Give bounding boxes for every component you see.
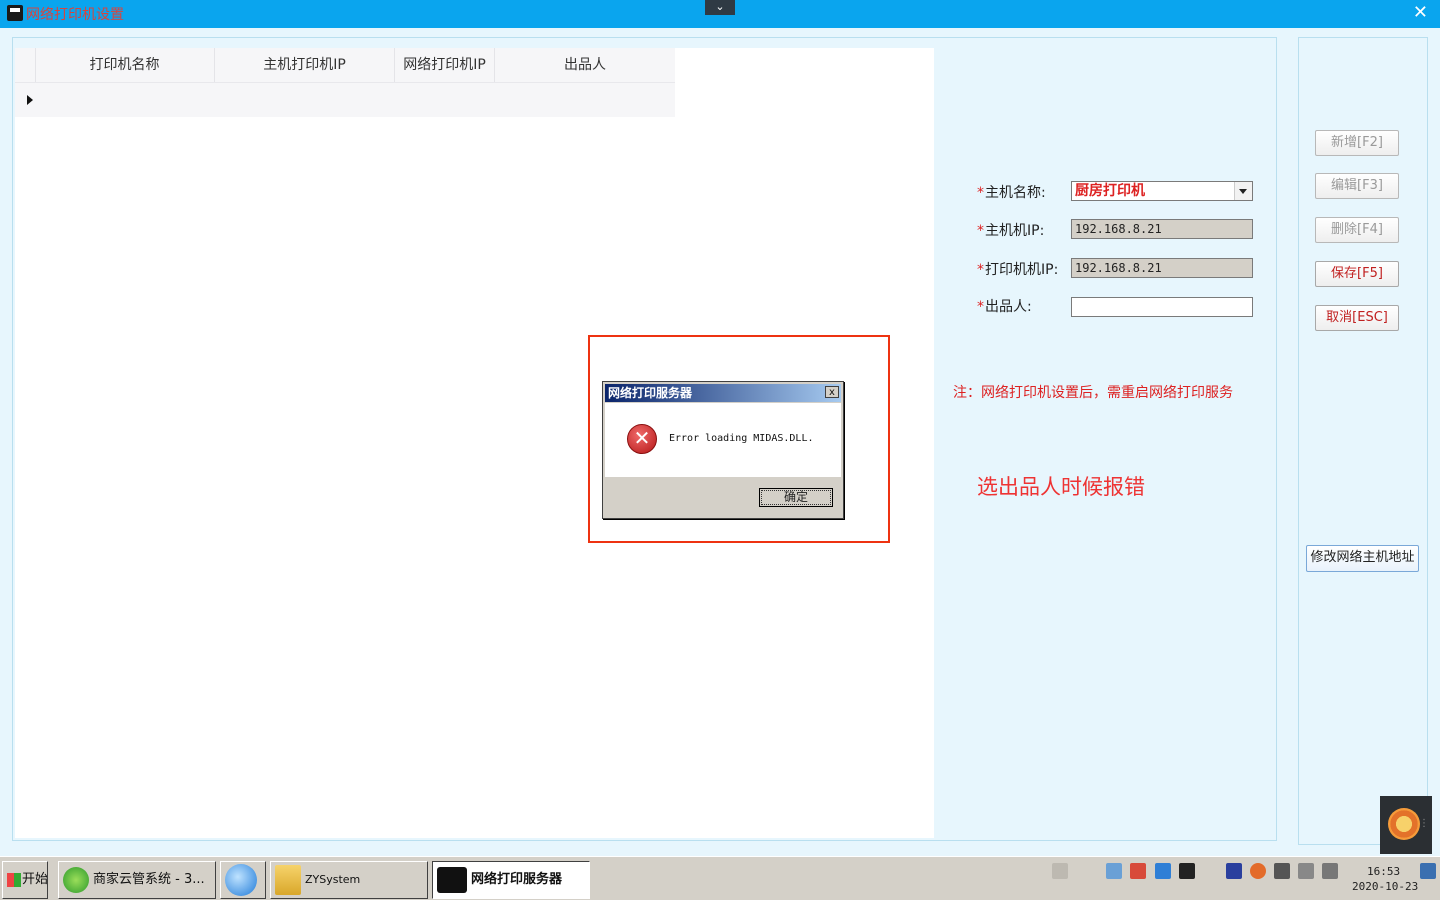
network-icon[interactable] bbox=[1274, 863, 1290, 879]
host-ip-field[interactable]: 192.168.8.21 bbox=[1071, 219, 1253, 239]
error-message: Error loading MIDAS.DLL. bbox=[669, 433, 814, 444]
monitor-icon[interactable] bbox=[1155, 863, 1171, 879]
column-header-network-ip[interactable]: 网络打印机IP bbox=[395, 48, 495, 82]
input-method-icon[interactable] bbox=[1226, 863, 1242, 879]
printer-icon bbox=[7, 5, 23, 21]
windows-logo-icon bbox=[7, 872, 21, 887]
edit-button[interactable]: 编辑[F3] bbox=[1315, 173, 1399, 199]
grid-header: 打印机名称 主机打印机IP 网络打印机IP 出品人 bbox=[15, 48, 675, 83]
start-button[interactable]: 开始 bbox=[2, 861, 48, 899]
current-row-icon bbox=[27, 95, 33, 105]
collapse-toggle[interactable]: ⌄ bbox=[705, 0, 735, 15]
printer-icon bbox=[437, 866, 467, 893]
column-header-printer-name[interactable]: 打印机名称 bbox=[35, 48, 215, 82]
drag-handle-icon[interactable]: ⋮ bbox=[1419, 818, 1429, 829]
title-bar: 网络打印机设置 ⌄ ✕ bbox=[0, 0, 1440, 28]
dialog-close-icon[interactable]: x bbox=[825, 386, 839, 398]
printer-tray-icon[interactable] bbox=[1179, 863, 1195, 879]
printer-ip-field[interactable]: 192.168.8.21 bbox=[1071, 258, 1253, 278]
close-button[interactable]: ✕ bbox=[1413, 4, 1428, 22]
error-dialog: 网络打印服务器 x ✕ Error loading MIDAS.DLL. 确定 bbox=[602, 381, 844, 519]
clock-time[interactable]: 16:53 bbox=[1367, 865, 1400, 878]
clock-date[interactable]: 2020-10-23 bbox=[1352, 880, 1418, 893]
floating-widget[interactable]: ⋮ bbox=[1380, 796, 1432, 854]
action-panel bbox=[1298, 37, 1428, 845]
printer-ip-label: *打印机机IP: bbox=[977, 262, 1059, 278]
column-header-producer[interactable]: 出品人 bbox=[495, 48, 675, 82]
table-row[interactable] bbox=[15, 83, 675, 117]
show-desktop-icon[interactable] bbox=[1420, 863, 1436, 879]
browser-icon bbox=[225, 863, 257, 896]
ok-button[interactable]: 确定 bbox=[759, 488, 833, 507]
restart-note: 注：网络打印机设置后，需重启网络打印服务 bbox=[953, 385, 1233, 401]
error-icon: ✕ bbox=[627, 424, 657, 454]
taskbar-item-print-server[interactable]: 网络打印服务器 bbox=[432, 861, 590, 899]
column-header-host-ip[interactable]: 主机打印机IP bbox=[215, 48, 395, 82]
save-button[interactable]: 保存[F5] bbox=[1315, 261, 1399, 287]
host-name-select[interactable]: 厨房打印机 bbox=[1071, 181, 1253, 201]
delete-button[interactable]: 删除[F4] bbox=[1315, 217, 1399, 243]
cancel-button[interactable]: 取消[ESC] bbox=[1315, 305, 1399, 331]
sun-logo-icon bbox=[1388, 808, 1420, 840]
display-icon[interactable] bbox=[1322, 863, 1338, 879]
users-icon[interactable] bbox=[1106, 863, 1122, 879]
row-indicator-header bbox=[15, 48, 36, 82]
host-ip-label: *主机机IP: bbox=[977, 223, 1045, 239]
folder-icon bbox=[275, 865, 301, 895]
volume-icon[interactable] bbox=[1298, 863, 1314, 879]
add-button[interactable]: 新增[F2] bbox=[1315, 130, 1399, 156]
dialog-title: 网络打印服务器 bbox=[605, 384, 841, 402]
taskbar-item-zysystem[interactable]: ZYSystem bbox=[270, 861, 428, 899]
producer-field[interactable] bbox=[1071, 297, 1253, 317]
taskbar: 开始 商家云管系统 - 3... ZYSystem 网络打印服务器 16:53 … bbox=[0, 856, 1440, 900]
window-title: 网络打印机设置 bbox=[26, 7, 124, 23]
keyboard-icon[interactable] bbox=[1052, 863, 1068, 879]
dialog-body: ✕ Error loading MIDAS.DLL. bbox=[605, 403, 841, 477]
chevron-down-icon[interactable] bbox=[1234, 182, 1252, 200]
sun-tray-icon[interactable] bbox=[1250, 863, 1266, 879]
taskbar-item-yunguan[interactable]: 商家云管系统 - 3... bbox=[58, 861, 216, 899]
error-annotation: 选出品人时候报错 bbox=[977, 475, 1145, 499]
app-green-icon bbox=[63, 866, 89, 893]
modify-host-address-button[interactable]: 修改网络主机地址 bbox=[1306, 545, 1419, 572]
producer-label: *出品人: bbox=[977, 299, 1032, 315]
host-name-label: *主机名称: bbox=[977, 185, 1046, 201]
taskbar-item-browser[interactable] bbox=[220, 861, 266, 899]
mail-icon[interactable] bbox=[1130, 863, 1146, 879]
